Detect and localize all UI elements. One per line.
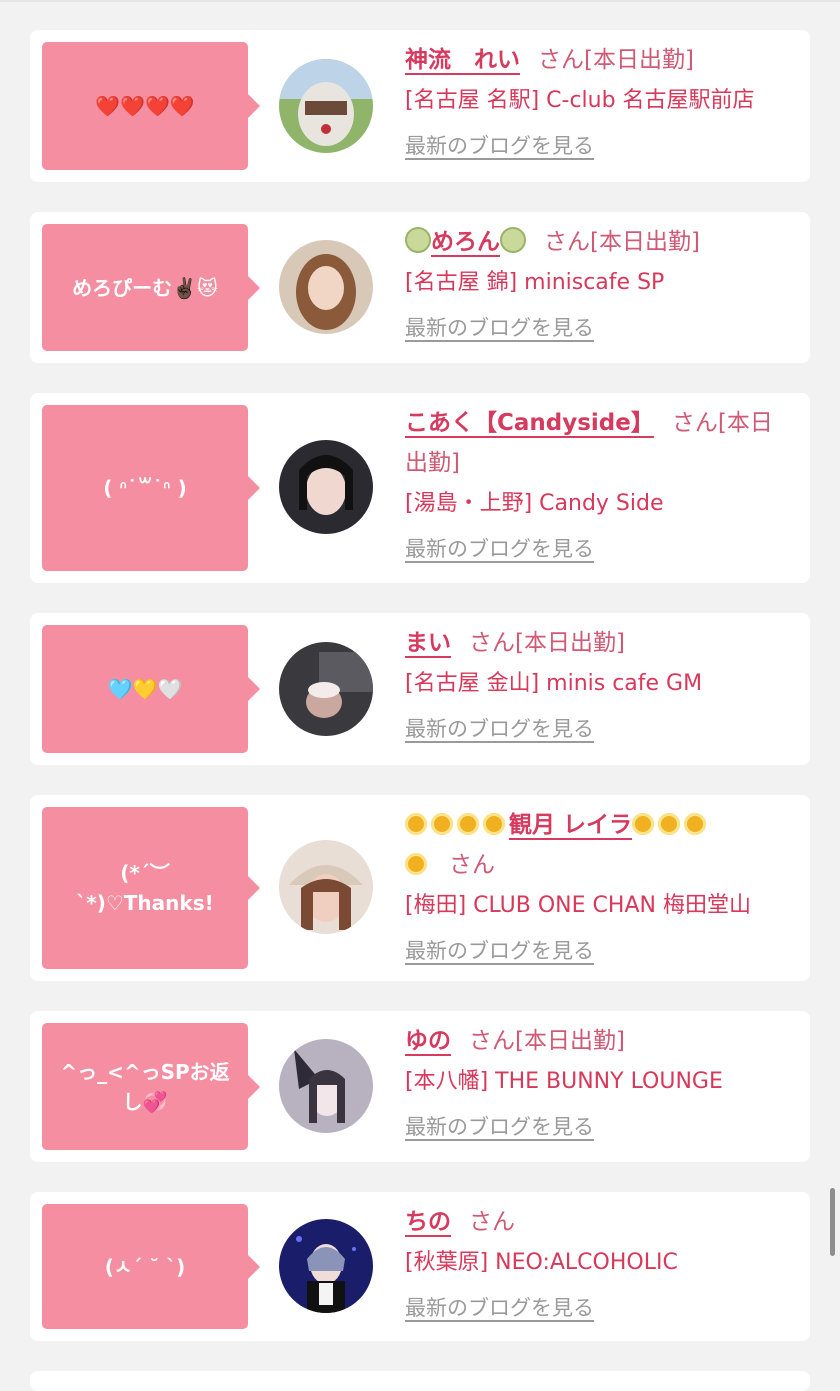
cast-name-link[interactable]: 神流 れい (405, 47, 520, 73)
sunflower-icon (457, 813, 479, 835)
latest-blog-link[interactable]: 最新のブログを見る (405, 316, 594, 340)
sun-icon (632, 813, 655, 835)
cast-info: ゆの さん[本日出勤] [本八幡] THE BUNNY LOUNGE 最新のブログ… (405, 1021, 790, 1151)
sunflower-icon (658, 813, 681, 835)
cast-blog-list: ❤️❤️❤️❤️ 神流 れい さん[本日出勤] [名古屋 名駅] C-club 名… (30, 30, 810, 1371)
avatar[interactable] (279, 59, 373, 153)
sun-icon (684, 813, 707, 835)
cast-name-text: めろん (431, 229, 500, 255)
avatar[interactable] (279, 1219, 373, 1313)
shop-label: [湯島・上野] Candy Side (405, 491, 664, 516)
name-suffix: さん[本日出勤] (469, 630, 625, 656)
cast-card: ^っ_<^っSPお返し💞 ゆの さん[本日出勤] [本八幡] THE BUNNY … (30, 1011, 810, 1162)
cast-card: めろぴーむ✌🏿😻 めろん さん[本日出勤] [名古屋 錦] miniscafe S… (30, 212, 810, 363)
shop-label: [本八幡] THE BUNNY LOUNGE (405, 1069, 723, 1094)
avatar[interactable] (279, 642, 373, 736)
message-text: ( ᐢ˙꒳˙ᐢ ) (103, 476, 187, 500)
melon-icon (405, 227, 431, 253)
cast-name-link[interactable]: ゆの (405, 1028, 451, 1054)
name-suffix: さん (469, 1209, 515, 1235)
next-card-partial (30, 1371, 810, 1391)
message-text: 🩵💛🤍 (107, 677, 183, 701)
name-suffix: さん[本日出勤] (538, 47, 694, 73)
message-bubble: (ㅅ´ ˘ `) (42, 1204, 260, 1329)
latest-blog-link[interactable]: 最新のブログを見る (405, 717, 594, 741)
avatar[interactable] (279, 240, 373, 334)
cast-card: ❤️❤️❤️❤️ 神流 れい さん[本日出勤] [名古屋 名駅] C-club 名… (30, 30, 810, 182)
latest-blog-link[interactable]: 最新のブログを見る (405, 537, 594, 561)
name-suffix: さん[本日出勤] (544, 229, 700, 255)
melon-icon (500, 227, 526, 253)
message-bubble: 🩵💛🤍 (42, 625, 260, 753)
shop-label: [名古屋 金山] minis cafe GM (405, 671, 703, 696)
cast-info: こあく【Candyside】 さん[本日出勤] [湯島・上野] Candy Sid… (405, 403, 790, 573)
latest-blog-link[interactable]: 最新のブログを見る (405, 1296, 594, 1320)
sunflower-icon (405, 853, 427, 875)
latest-blog-link[interactable]: 最新のブログを見る (405, 939, 594, 963)
top-divider (0, 0, 840, 2)
message-bubble: ( ᐢ˙꒳˙ᐢ ) (42, 405, 260, 571)
cast-name-link[interactable]: まい (405, 630, 451, 656)
cast-info: まい さん[本日出勤] [名古屋 金山] minis cafe GM 最新のブログ… (405, 623, 790, 753)
cast-card: (ㅅ´ ˘ `) ちの さん [秋葉原] NEO:ALCOHOLIC 最新のブログ… (30, 1192, 810, 1341)
cast-card: ( ᐢ˙꒳˙ᐢ ) こあく【Candyside】 さん[本日出勤] [湯島・上野]… (30, 393, 810, 583)
cast-info: めろん さん[本日出勤] [名古屋 錦] miniscafe SP 最新のブログを… (405, 222, 790, 352)
sunflower-icon (405, 813, 427, 835)
cast-name-link[interactable]: こあく【Candyside】 (405, 410, 654, 436)
sun-icon (431, 813, 453, 835)
message-bubble: めろぴーむ✌🏿😻 (42, 224, 260, 351)
cast-card: 🩵💛🤍 まい さん[本日出勤] [名古屋 金山] minis cafe GM 最新… (30, 613, 810, 765)
message-bubble: ^っ_<^っSPお返し💞 (42, 1023, 260, 1150)
shop-label: [秋葉原] NEO:ALCOHOLIC (405, 1250, 678, 1275)
cast-card: (*´︶`*)♡Thanks! 観月 レイラ さん [梅田] CLUB ONE C… (30, 795, 810, 981)
cast-name-text: 観月 レイラ (509, 812, 633, 838)
avatar[interactable] (279, 840, 373, 934)
name-suffix: さん (449, 852, 495, 878)
shop-label: [名古屋 錦] miniscafe SP (405, 270, 665, 295)
sun-icon (483, 813, 505, 835)
avatar[interactable] (279, 1039, 373, 1133)
message-text: (*´︶`*)♡Thanks! (76, 861, 214, 915)
scrollbar[interactable] (830, 1188, 835, 1256)
message-bubble: ❤️❤️❤️❤️ (42, 42, 260, 170)
shop-label: [名古屋 名駅] C-club 名古屋駅前店 (405, 88, 755, 113)
avatar[interactable] (279, 440, 373, 534)
shop-label: [梅田] CLUB ONE CHAN 梅田堂山 (405, 893, 751, 918)
message-text: ^っ_<^っSPお返し💞 (60, 1059, 230, 1114)
cast-info: ちの さん [秋葉原] NEO:ALCOHOLIC 最新のブログを見る (405, 1202, 790, 1332)
latest-blog-link[interactable]: 最新のブログを見る (405, 1115, 594, 1139)
cast-info: 観月 レイラ さん [梅田] CLUB ONE CHAN 梅田堂山 最新のブログを… (405, 805, 790, 975)
name-suffix: さん[本日出勤] (469, 1028, 625, 1054)
message-bubble: (*´︶`*)♡Thanks! (42, 807, 260, 969)
message-text: (ㅅ´ ˘ `) (104, 1254, 186, 1279)
latest-blog-link[interactable]: 最新のブログを見る (405, 134, 594, 158)
cast-name-link[interactable]: ちの (405, 1209, 451, 1235)
message-text: めろぴーむ✌🏿😻 (72, 275, 218, 300)
message-text: ❤️❤️❤️❤️ (95, 94, 195, 118)
cast-info: 神流 れい さん[本日出勤] [名古屋 名駅] C-club 名古屋駅前店 最新の… (405, 40, 790, 170)
cast-name-link[interactable]: めろん (405, 227, 526, 255)
